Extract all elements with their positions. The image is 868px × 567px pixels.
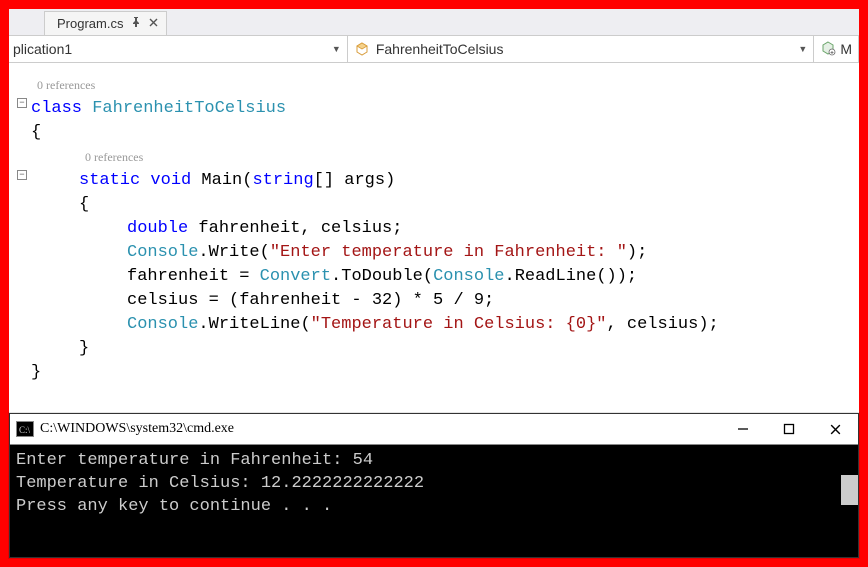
tab-bar: Program.cs — [9, 9, 859, 35]
type-icon — [820, 40, 836, 59]
scrollbar-thumb[interactable] — [841, 475, 858, 505]
fold-toggle[interactable]: − — [17, 98, 27, 108]
codelens-class[interactable]: 0 references — [31, 73, 859, 97]
close-icon[interactable] — [149, 18, 158, 30]
console-title: C:\WINDOWS\system32\cmd.exe — [40, 421, 234, 437]
scope-dropdown[interactable]: plication1 ▼ — [9, 36, 348, 62]
code-editor[interactable]: − − 0 references class FahrenheitToCelsi… — [9, 63, 859, 418]
minimize-button[interactable] — [720, 414, 766, 444]
tab-program-cs[interactable]: Program.cs — [44, 11, 167, 35]
gutter: − − — [9, 63, 31, 418]
console-output: Enter temperature in Fahrenheit: 54 Temp… — [10, 445, 858, 557]
codelens-method[interactable]: 0 references — [31, 145, 859, 169]
type-label: M — [840, 41, 852, 57]
console-titlebar[interactable]: C:\ C:\WINDOWS\system32\cmd.exe — [10, 414, 858, 445]
maximize-button[interactable] — [766, 414, 812, 444]
tab-label: Program.cs — [57, 16, 123, 31]
method-icon — [354, 41, 370, 57]
chevron-down-icon: ▼ — [798, 44, 807, 54]
navigation-bar: plication1 ▼ FahrenheitToCelsius ▼ M — [9, 35, 859, 63]
fold-toggle[interactable]: − — [17, 170, 27, 180]
member-dropdown[interactable]: FahrenheitToCelsius ▼ — [348, 36, 814, 62]
console-window: C:\ C:\WINDOWS\system32\cmd.exe Enter te… — [9, 413, 859, 558]
type-dropdown[interactable]: M — [814, 36, 859, 62]
cmd-icon: C:\ — [16, 421, 34, 437]
chevron-down-icon: ▼ — [332, 44, 341, 54]
scope-label: plication1 — [13, 41, 72, 57]
pin-icon[interactable] — [131, 17, 141, 30]
member-label: FahrenheitToCelsius — [376, 41, 504, 57]
close-button[interactable] — [812, 414, 858, 444]
